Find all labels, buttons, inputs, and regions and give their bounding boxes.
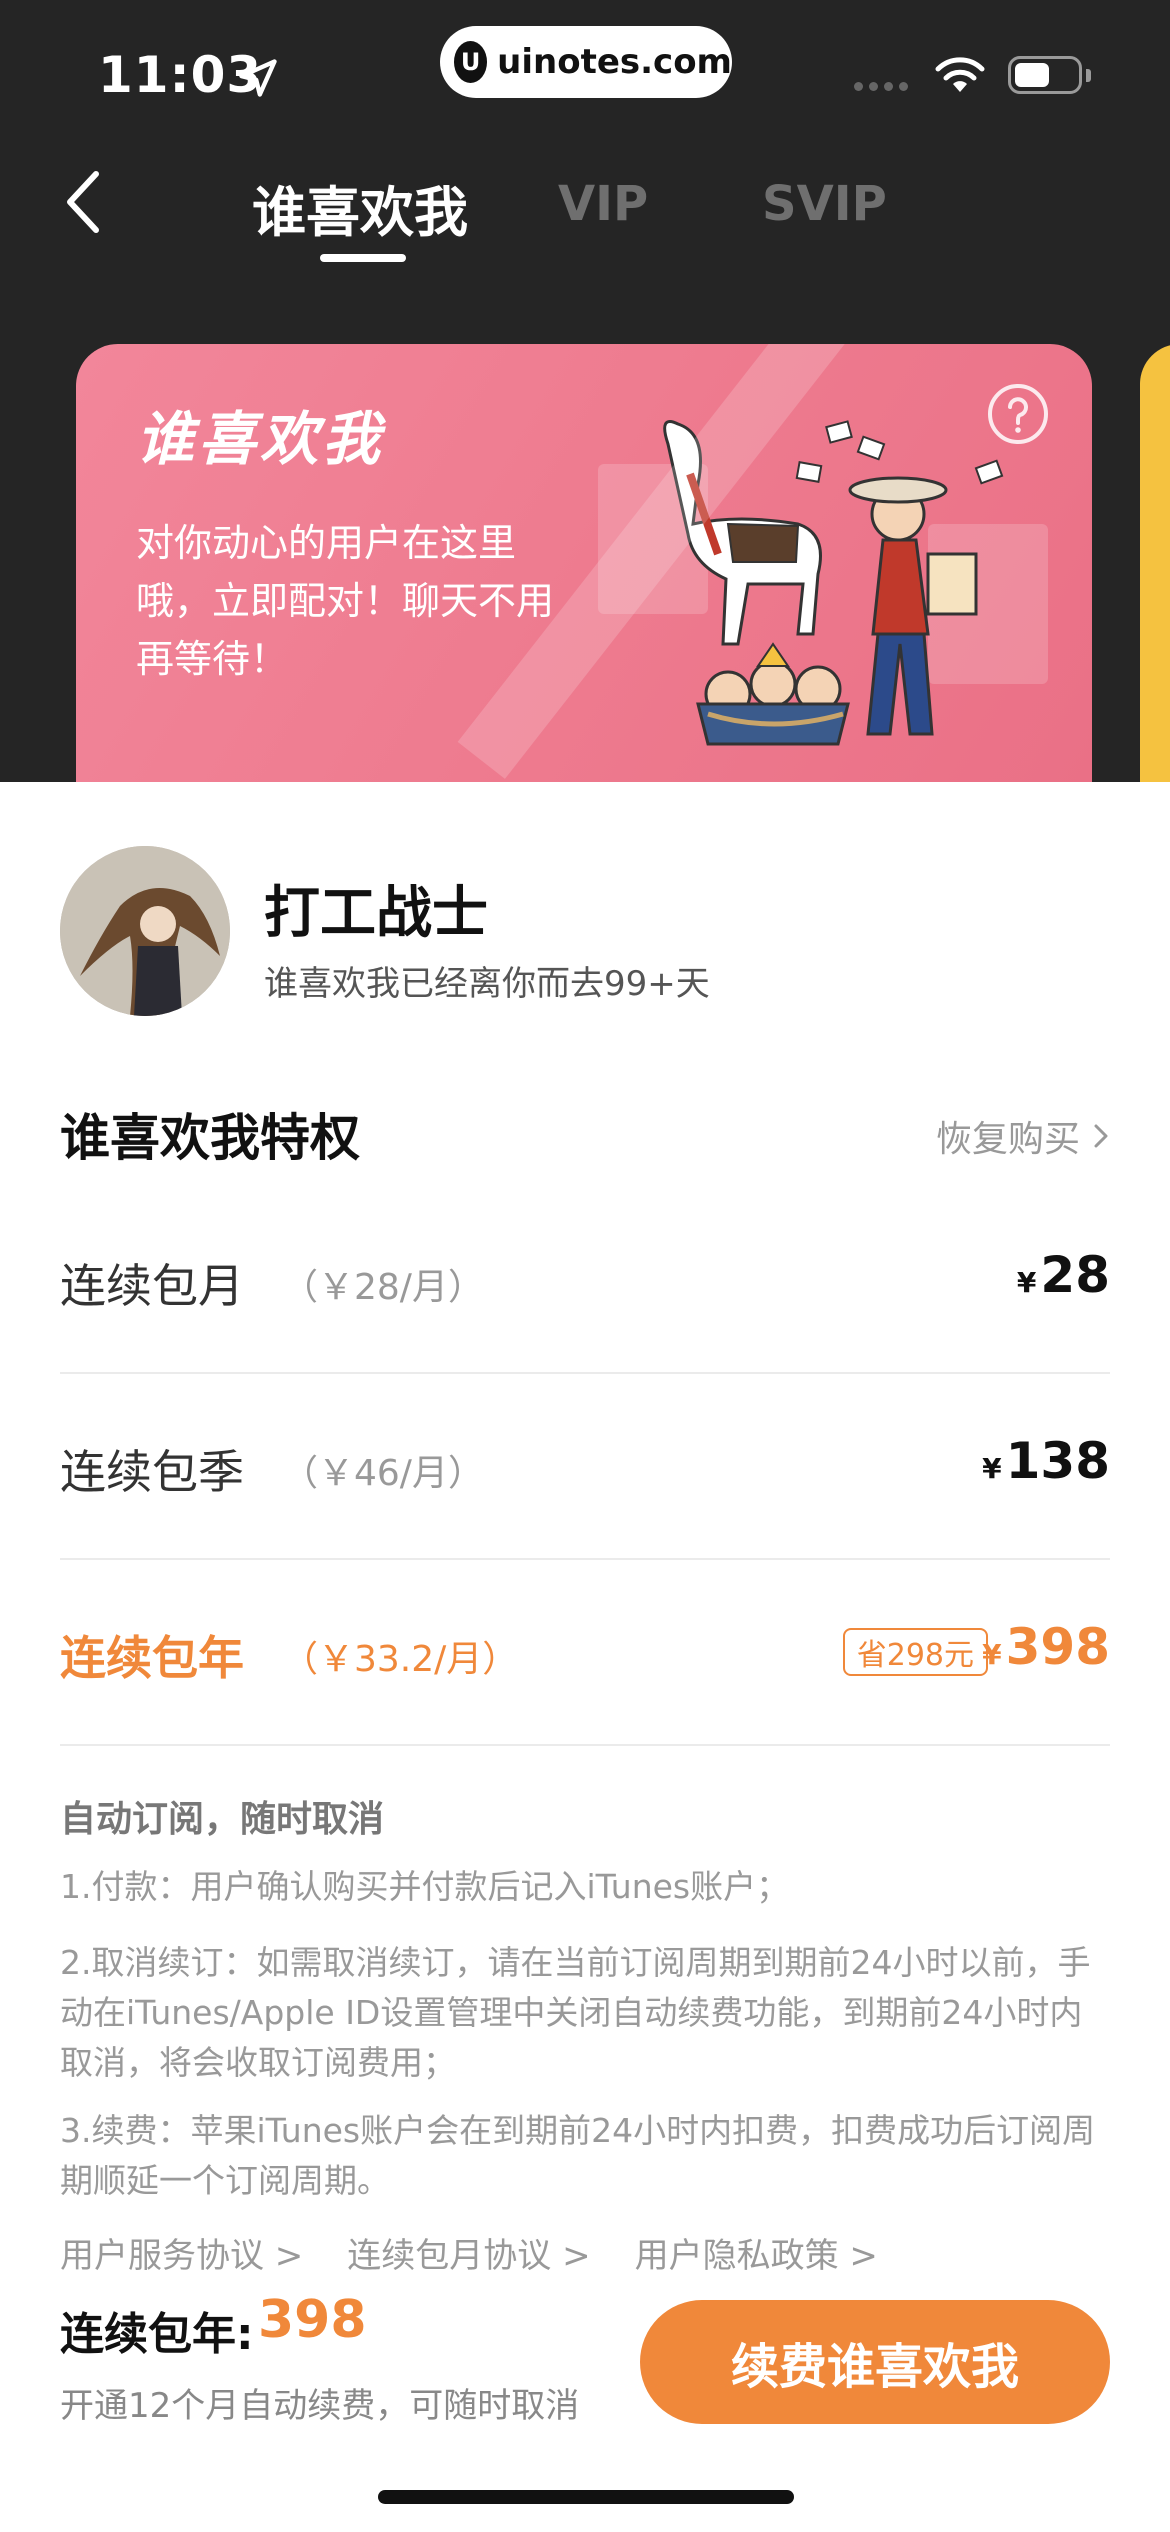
subscription-notice-title: 自动订阅，随时取消 xyxy=(60,1799,385,1840)
selected-plan-label: 连续包年: xyxy=(60,2309,254,2360)
plan-price: ¥398 xyxy=(982,1618,1110,1676)
home-indicator xyxy=(378,2490,794,2504)
restore-purchase-label: 恢复购买 xyxy=(935,1119,1080,1160)
plan-price-value: 398 xyxy=(1005,1618,1110,1676)
location-arrow-icon xyxy=(239,59,277,97)
user-service-agreement-link[interactable]: 用户服务协议 > xyxy=(60,2228,303,2277)
plan-per-month: （￥33.2/月） xyxy=(282,1639,519,1680)
tab-who-likes-me[interactable]: 谁喜欢我 xyxy=(252,168,468,247)
active-tab-indicator xyxy=(320,254,406,262)
plan-price: ¥138 xyxy=(982,1432,1110,1490)
watermark-badge: U uinotes.com xyxy=(440,26,732,98)
avatar[interactable] xyxy=(60,846,230,1016)
wifi-icon xyxy=(935,57,985,92)
plan-name: 连续包月 xyxy=(60,1259,244,1313)
selected-plan-subtitle: 开通12个月自动续费，可随时取消 xyxy=(60,2386,580,2426)
renew-button[interactable]: 续费谁喜欢我 xyxy=(640,2300,1110,2424)
agreement-links: 用户服务协议 > 连续包月协议 > 用户隐私政策 > xyxy=(60,2228,878,2277)
plan-option-monthly[interactable]: 连续包月 （￥28/月） ¥28 xyxy=(60,1188,1110,1374)
notice-item-payment: 1.付款：用户确认购买并付款后记入iTunes账户； xyxy=(60,1867,790,1906)
plan-option-quarterly[interactable]: 连续包季 （￥46/月） ¥138 xyxy=(60,1374,1110,1560)
currency-symbol: ¥ xyxy=(982,1638,1002,1671)
banner-title: 谁喜欢我 xyxy=(136,405,385,473)
next-banner-card[interactable] xyxy=(1140,344,1170,784)
notice-item-cancel: 2.取消续订：如需取消续订，请在当前订阅周期到期前24小时以前，手动在iTune… xyxy=(60,1943,1091,2082)
currency-symbol: ¥ xyxy=(982,1452,1002,1485)
selected-plan-price: 398 xyxy=(258,2290,367,2350)
tab-svip[interactable]: SVIP xyxy=(762,176,887,232)
avatar-image xyxy=(60,846,230,1016)
notice-item-renewal: 3.续费：苹果iTunes账户会在到期前24小时内扣费，扣费成功后订阅周期顺延一… xyxy=(60,2111,1096,2200)
user-subtitle: 谁喜欢我已经离你而去99+天 xyxy=(264,964,710,1004)
back-chevron-icon[interactable] xyxy=(62,168,106,236)
cowboy-horse-illustration xyxy=(598,420,1048,746)
auto-renew-agreement-link[interactable]: 连续包月协议 > xyxy=(347,2228,590,2277)
feature-banner: 谁喜欢我 对你动心的用户在这里哦，立即配对！聊天不用再等待！ xyxy=(76,344,1092,804)
chevron-right-icon xyxy=(1094,1124,1108,1148)
watermark-logo-icon: U xyxy=(454,41,488,83)
plan-price-value: 28 xyxy=(1040,1246,1110,1304)
plan-price-value: 138 xyxy=(1005,1432,1110,1490)
watermark-text: uinotes.com xyxy=(497,42,732,82)
banner-description: 对你动心的用户在这里哦，立即配对！聊天不用再等待！ xyxy=(136,521,555,681)
savings-badge: 省298元 xyxy=(842,1628,988,1676)
username: 打工战士 xyxy=(264,881,488,946)
plan-per-month: （￥28/月） xyxy=(282,1267,484,1308)
battery-icon xyxy=(1008,56,1082,94)
plan-name: 连续包年 xyxy=(60,1631,244,1685)
plan-price: ¥28 xyxy=(1017,1246,1110,1304)
plan-per-month: （￥46/月） xyxy=(282,1453,484,1494)
plan-option-yearly[interactable]: 连续包年 （￥33.2/月） 省298元 ¥398 xyxy=(60,1560,1110,1746)
battery-tip xyxy=(1086,69,1091,82)
restore-purchase-link[interactable]: 恢复购买 xyxy=(936,1110,1110,1162)
cellular-signal-icon xyxy=(854,82,908,91)
privacy-policy-link[interactable]: 用户隐私政策 > xyxy=(635,2228,878,2277)
privileges-title: 谁喜欢我特权 xyxy=(60,1109,360,1167)
tab-vip[interactable]: VIP xyxy=(558,176,648,232)
currency-symbol: ¥ xyxy=(1016,1266,1037,1299)
plan-name: 连续包季 xyxy=(60,1445,244,1499)
